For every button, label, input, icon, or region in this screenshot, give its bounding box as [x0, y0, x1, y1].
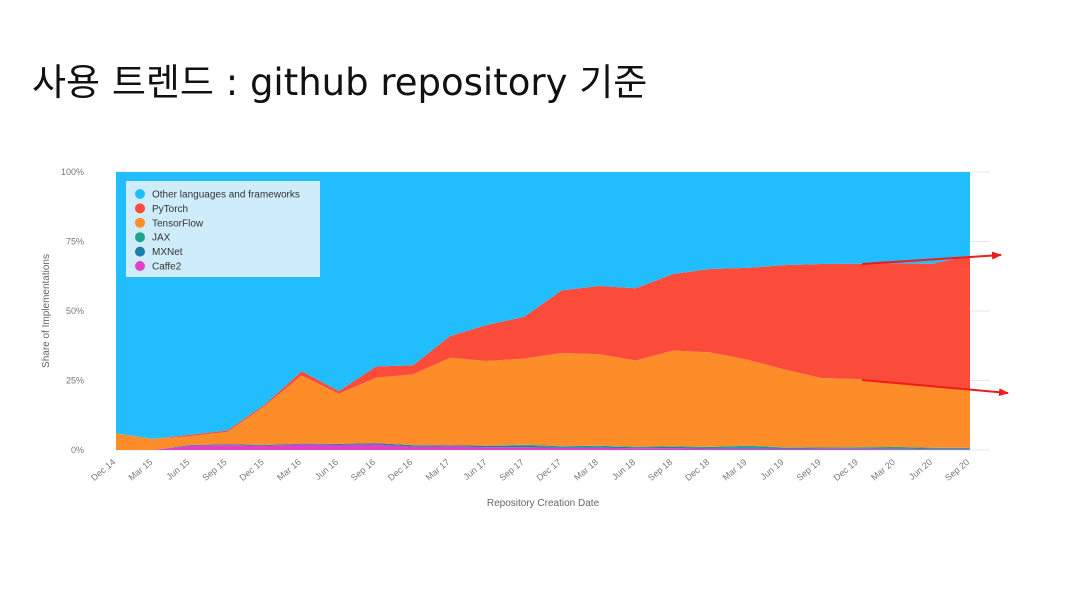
- x-axis-title: Repository Creation Date: [487, 498, 600, 509]
- legend-item-other-languages-and-frameworks: Other languages and frameworks: [135, 189, 300, 201]
- x-tick-label: Jun 19: [758, 457, 785, 482]
- legend-label: Caffe2: [152, 262, 182, 273]
- x-tick-label: Dec 18: [683, 457, 711, 483]
- y-tick-label: 50%: [66, 306, 84, 316]
- x-tick-label: Dec 15: [238, 457, 266, 483]
- x-tick-label: Jun 16: [313, 457, 340, 482]
- legend-swatch: [135, 203, 145, 214]
- x-tick-label: Jun 20: [907, 457, 934, 482]
- x-tick-label: Mar 18: [572, 457, 600, 483]
- x-tick-label: Dec 16: [386, 457, 414, 483]
- y-tick-label: 75%: [66, 237, 84, 247]
- legend-label: MXNet: [152, 247, 183, 258]
- y-tick-label: 100%: [61, 167, 84, 177]
- x-tick-label: Jun 18: [610, 457, 637, 482]
- legend-swatch: [135, 217, 145, 228]
- x-tick-label: Mar 15: [127, 457, 155, 483]
- x-tick-label: Mar 16: [275, 457, 303, 483]
- legend: Other languages and frameworks PyTorch Ten…: [126, 181, 320, 277]
- legend-label: PyTorch: [152, 204, 188, 215]
- x-tick-label: Jun 17: [461, 457, 488, 482]
- x-tick-label: Sep 19: [794, 457, 822, 483]
- x-tick-label: Mar 17: [424, 457, 452, 483]
- x-tick-label: Sep 16: [349, 457, 377, 483]
- x-tick-label: Sep 15: [200, 457, 228, 483]
- x-tick-label: Sep 17: [497, 457, 525, 483]
- legend-label: Other languages and frameworks: [152, 190, 300, 201]
- x-tick-label: Dec 19: [832, 457, 860, 483]
- x-tick-label: Dec 14: [89, 457, 117, 483]
- x-tick-label: Dec 17: [535, 457, 563, 483]
- legend-swatch: [135, 232, 145, 243]
- legend-label: TensorFlow: [152, 218, 204, 229]
- x-axis: Dec 14 Mar 15 Jun 15 Sep 15 Dec 15 Mar 16 Jun …: [89, 457, 971, 483]
- legend-swatch: [135, 261, 145, 271]
- x-tick-label: Jun 15: [164, 457, 191, 482]
- x-tick-label: Mar 19: [721, 457, 749, 483]
- stacked-area-chart: 0% 25% 50% 75% 100% Dec 14 Mar 15 Jun 15 Sep 15…: [41, 167, 1009, 509]
- x-tick-label: Sep 20: [943, 457, 971, 483]
- y-tick-label: 25%: [66, 376, 84, 386]
- legend-label: JAX: [152, 233, 171, 244]
- y-axis-title: Share of Implementations: [41, 254, 52, 368]
- x-tick-label: Mar 20: [869, 457, 897, 483]
- x-tick-label: Sep 18: [646, 457, 674, 483]
- legend-swatch: [135, 189, 145, 199]
- y-axis: 0% 25% 50% 75% 100%: [61, 167, 84, 455]
- legend-item-jax: JAX: [135, 232, 171, 244]
- y-tick-label: 0%: [71, 445, 84, 455]
- legend-swatch: [135, 246, 145, 257]
